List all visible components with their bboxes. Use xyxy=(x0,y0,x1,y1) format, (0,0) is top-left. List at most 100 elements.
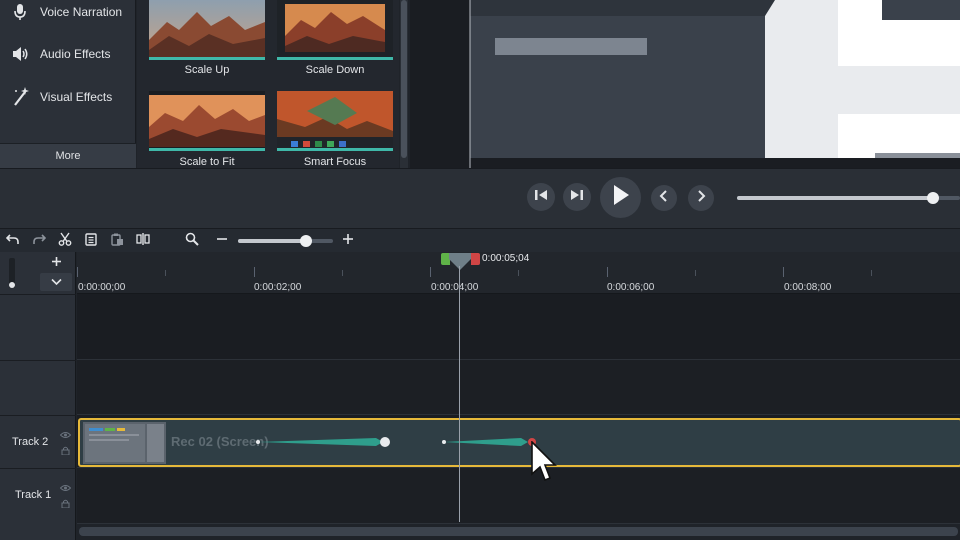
sidebar-item-visual-effects[interactable]: Visual Effects xyxy=(0,77,136,117)
effect-thumbnail-smart-focus[interactable] xyxy=(277,91,393,151)
empty-lane[interactable] xyxy=(77,294,960,360)
seek-bar-handle[interactable] xyxy=(927,192,940,204)
previous-frame-button[interactable] xyxy=(527,183,555,211)
ruler-tick xyxy=(342,270,343,276)
previous-clip-button[interactable] xyxy=(651,185,677,211)
effect-thumbnail-scale-down[interactable] xyxy=(277,0,393,60)
playhead-time: 0:00:05;04 xyxy=(482,253,530,264)
animation-arrow-2[interactable] xyxy=(442,438,536,446)
redo-icon xyxy=(32,232,47,251)
more-button[interactable]: More xyxy=(0,143,136,168)
animation-arrow-1[interactable] xyxy=(256,437,390,447)
zoom-out-button[interactable] xyxy=(214,233,230,249)
timeline-horizontal-scrollbar[interactable] xyxy=(77,524,960,540)
track-name: Track 2 xyxy=(12,436,49,448)
eye-icon[interactable] xyxy=(59,483,72,495)
copy-button[interactable] xyxy=(83,232,99,251)
next-frame-button[interactable] xyxy=(563,183,591,211)
sidebar-item-audio-effects[interactable]: Audio Effects xyxy=(0,34,136,74)
playback-controls xyxy=(0,168,960,228)
undo-icon xyxy=(5,232,20,251)
magnifier-icon xyxy=(185,232,199,251)
plus-icon xyxy=(342,232,354,250)
track-options-button[interactable] xyxy=(40,273,72,291)
playhead-line xyxy=(459,266,460,522)
effects-scrollbar[interactable] xyxy=(400,0,408,168)
sidebar-item-label: Visual Effects xyxy=(40,90,113,104)
zoom-slider[interactable] xyxy=(238,235,333,247)
eye-icon[interactable] xyxy=(59,430,72,442)
ruler-time-label: 0:00:04;00 xyxy=(431,282,479,293)
zoom-to-fit-button[interactable] xyxy=(184,232,200,251)
chevron-right-icon xyxy=(696,189,706,207)
effect-label: Smart Focus xyxy=(303,156,367,168)
scissors-icon xyxy=(58,232,72,251)
track-lane-track-1[interactable] xyxy=(77,468,960,524)
split-button[interactable] xyxy=(135,232,151,251)
lock-icon[interactable] xyxy=(61,499,70,511)
ruler-tick xyxy=(77,267,78,277)
magic-wand-icon xyxy=(0,87,40,107)
sidebar-item-label: Audio Effects xyxy=(40,47,111,61)
copy-icon xyxy=(84,232,98,251)
playhead-handle[interactable] xyxy=(449,253,471,271)
step-back-icon xyxy=(534,188,548,206)
play-icon xyxy=(612,184,630,211)
track-header-track-1[interactable]: Track 1 xyxy=(0,469,76,521)
track-name: Track 1 xyxy=(15,489,52,501)
split-icon xyxy=(136,232,150,251)
effect-label: Scale to Fit xyxy=(179,156,235,168)
media-clip[interactable]: Rec 02 (Screen) xyxy=(78,418,960,467)
track-header-track-2[interactable]: Track 2 xyxy=(0,416,76,468)
step-forward-icon xyxy=(570,188,584,206)
selection-end-marker[interactable] xyxy=(471,253,480,265)
ruler-tick xyxy=(518,270,519,276)
ruler-tick xyxy=(871,270,872,276)
add-track-button[interactable] xyxy=(40,254,72,272)
plus-icon xyxy=(51,254,62,272)
track-height-handle[interactable] xyxy=(9,282,15,288)
minus-icon xyxy=(216,232,228,250)
preview-canvas[interactable] xyxy=(410,0,960,168)
empty-lane[interactable] xyxy=(77,360,960,415)
timeline-tracks[interactable]: Rec 02 (Screen) xyxy=(77,294,960,524)
lock-icon[interactable] xyxy=(61,446,70,458)
effect-thumbnail-scale-to-fit[interactable] xyxy=(149,91,265,151)
scrollbar-thumb[interactable] xyxy=(401,0,407,158)
effect-label: Scale Up xyxy=(184,64,230,76)
ruler-time-label: 0:00:08;00 xyxy=(784,282,832,293)
ruler-tick xyxy=(430,267,431,277)
ruler-tick xyxy=(783,267,784,277)
play-button[interactable] xyxy=(600,177,641,218)
tools-sidebar: Voice Narration Audio Effects Visual Eff… xyxy=(0,0,136,168)
track-height-slider[interactable] xyxy=(9,258,15,288)
ruler-time-label: 0:00:00;00 xyxy=(78,282,126,293)
chevron-left-icon xyxy=(659,189,669,207)
effect-label: Scale Down xyxy=(305,64,365,76)
seek-bar[interactable] xyxy=(737,192,960,204)
chevron-down-icon xyxy=(50,273,62,291)
cut-button[interactable] xyxy=(57,232,73,251)
ruler-tick xyxy=(254,267,255,277)
paste-icon xyxy=(110,232,124,251)
ruler-time-label: 0:00:02;00 xyxy=(254,282,302,293)
paste-button[interactable] xyxy=(109,233,125,249)
next-clip-button[interactable] xyxy=(688,185,714,211)
mouse-cursor-icon xyxy=(531,440,557,488)
zoom-in-button[interactable] xyxy=(340,233,356,249)
sidebar-item-voice-narration[interactable]: Voice Narration xyxy=(0,0,136,32)
ruler-time-label: 0:00:06;00 xyxy=(607,282,655,293)
zoom-slider-handle[interactable] xyxy=(300,235,313,247)
redo-button[interactable] xyxy=(31,233,47,249)
ruler-tick xyxy=(695,270,696,276)
undo-button[interactable] xyxy=(5,233,21,249)
timeline-toolbar xyxy=(0,228,960,252)
scrollbar-thumb[interactable] xyxy=(79,527,958,536)
sidebar-item-label: Voice Narration xyxy=(40,5,123,19)
track-header-panel: Track 2 Track 1 xyxy=(0,252,76,540)
effects-panel: Scale Up Scale Down Scale to Fit Smart F… xyxy=(137,0,399,168)
effect-thumbnail-scale-up[interactable] xyxy=(149,0,265,60)
speaker-icon xyxy=(0,46,40,62)
seek-bar-fill xyxy=(737,196,934,200)
ruler-tick xyxy=(607,267,608,277)
